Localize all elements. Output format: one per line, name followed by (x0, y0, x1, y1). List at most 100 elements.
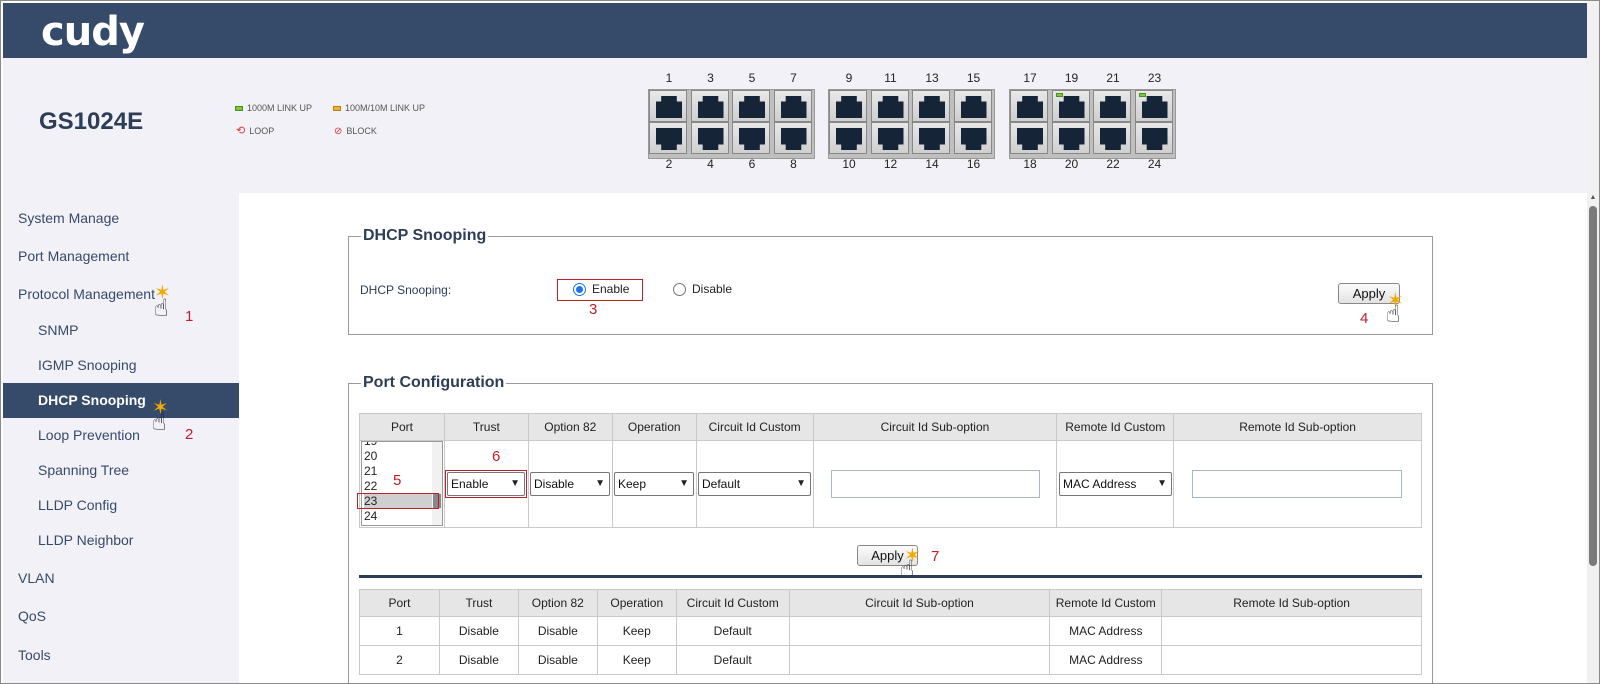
ethernet-port-icon[interactable] (690, 122, 729, 154)
port-number-label: 5 (748, 71, 756, 85)
remote-id-sub-option-input[interactable] (1192, 470, 1402, 498)
ethernet-port-icon[interactable] (1093, 122, 1131, 154)
ethernet-port-icon[interactable] (1093, 90, 1131, 122)
sidebar-item-qos[interactable]: QoS (3, 599, 239, 634)
orange-led-icon (333, 105, 341, 111)
port-option[interactable]: 19 (364, 442, 434, 449)
status-col-operation: Operation (596, 589, 677, 617)
ethernet-port-icon[interactable] (1010, 90, 1048, 122)
port-number-label: 18 (1023, 157, 1037, 171)
port-number-label: 14 (925, 157, 939, 171)
ethernet-port-icon[interactable] (773, 122, 812, 154)
port-number-label: 19 (1064, 71, 1079, 85)
page-scroll-thumb[interactable] (1589, 206, 1597, 566)
annotation-2: 2 (185, 426, 194, 443)
ethernet-port-icon[interactable] (732, 90, 770, 122)
port-number-label: 12 (883, 157, 898, 171)
port-number-label: 2 (665, 157, 673, 171)
device-model: GS1024E (39, 108, 144, 135)
ethernet-port-icon[interactable] (1134, 90, 1173, 122)
status-col-port: Port (359, 589, 440, 617)
col-circuit-id-custom: Circuit Id Custom (695, 413, 814, 441)
legend-1000m: 1000M LINK UP (235, 103, 312, 113)
col-port: Port (359, 413, 445, 441)
annotation-1: 1 (185, 308, 194, 325)
ethernet-port-icon[interactable] (829, 90, 867, 122)
ethernet-port-icon[interactable] (732, 122, 770, 154)
ethernet-port-icon[interactable] (690, 90, 729, 122)
port-number-label: 22 (1106, 157, 1120, 171)
port-status-table: Port Trust Option 82 Operation Circuit I… (359, 589, 1422, 675)
legend-block: ⊘ BLOCK (334, 125, 377, 137)
status-col-circuit-id-custom: Circuit Id Custom (675, 589, 790, 617)
legend-loop: ⟲ LOOP (236, 124, 275, 137)
ethernet-port-icon[interactable] (773, 90, 812, 122)
port-number-label: 24 (1147, 157, 1162, 171)
browser-frame: cudy GS1024E 1000M LINK UP 100M/10M LINK… (0, 0, 1600, 684)
highlight-box (445, 470, 527, 498)
option82-select[interactable]: Disable ▼ (530, 472, 610, 496)
link-led-icon (1055, 93, 1063, 97)
chevron-down-icon: ▼ (796, 478, 806, 489)
status-col-option82: Option 82 (517, 589, 598, 617)
dhcp-snooping-section: DHCP Snooping (348, 227, 1433, 335)
port-number-label: 6 (748, 157, 756, 171)
sidebar-item-igmp-snooping[interactable]: IGMP Snooping (3, 348, 239, 383)
sidebar-item-loop-prevention[interactable]: Loop Prevention (3, 418, 239, 453)
cudy-logo: cudy (41, 9, 145, 55)
ethernet-port-icon[interactable] (953, 122, 992, 154)
sidebar-item-lldp-config[interactable]: LLDP Config (3, 488, 239, 523)
port-number-label: 7 (790, 71, 797, 85)
dhcp-snooping-label: DHCP Snooping: (360, 283, 452, 297)
ethernet-port-icon[interactable] (829, 122, 867, 154)
port-number-label: 11 (884, 71, 897, 85)
table-row: 2 Disable Disable Keep Default MAC Addre… (359, 645, 1422, 675)
port-number-label: 10 (842, 157, 856, 171)
ethernet-port-icon[interactable] (870, 90, 909, 122)
port-list-scrollbar[interactable] (432, 442, 442, 525)
port-option[interactable]: 24 (364, 509, 434, 524)
link-led-icon (1138, 93, 1146, 97)
ethernet-port-icon[interactable] (1010, 122, 1048, 154)
radio-disable-button[interactable] (673, 282, 686, 296)
sidebar-item-port-management[interactable]: Port Management (3, 239, 239, 274)
port-option[interactable]: 20 (364, 449, 434, 464)
block-icon: ⊘ (334, 125, 343, 137)
sidebar-item-vlan[interactable]: VLAN (3, 561, 239, 596)
port-number-label: 8 (790, 157, 797, 171)
ethernet-port-icon[interactable] (1134, 122, 1173, 154)
port-multiselect[interactable]: 19 20 21 22 23 24 (361, 441, 443, 526)
scroll-up-arrow-icon[interactable]: ▲ (1589, 194, 1597, 202)
status-col-trust: Trust (438, 589, 519, 617)
ethernet-port-icon[interactable] (912, 122, 950, 154)
col-circuit-id-sub: Circuit Id Sub-option (812, 413, 1058, 441)
hand-cursor-icon: ☝ (154, 295, 169, 322)
ethernet-port-icon[interactable] (649, 122, 687, 154)
radio-disable[interactable]: Disable (673, 282, 732, 296)
remote-id-custom-select[interactable]: MAC Address ▼ (1059, 472, 1172, 496)
ethernet-port-icon[interactable] (1051, 122, 1090, 154)
sidebar-item-dhcp-snooping[interactable]: DHCP Snooping (3, 383, 239, 418)
sidebar-item-lldp-neighbor[interactable]: LLDP Neighbor (3, 523, 239, 558)
highlight-box (357, 493, 439, 509)
ethernet-port-icon[interactable] (953, 90, 992, 122)
sidebar-item-system-manage[interactable]: System Manage (3, 201, 239, 236)
status-header-row: Port Trust Option 82 Operation Circuit I… (359, 589, 1422, 617)
annotation-4: 4 (1360, 310, 1369, 327)
sidebar-item-protocol-management[interactable]: Protocol Management (3, 277, 239, 312)
sidebar-item-spanning-tree[interactable]: Spanning Tree (3, 453, 239, 488)
config-header-row: Port Trust Option 82 Operation Circuit I… (359, 413, 1422, 441)
ethernet-port-icon[interactable] (912, 90, 950, 122)
operation-select[interactable]: Keep ▼ (614, 472, 694, 496)
legend-100m: 100M/10M LINK UP (333, 103, 425, 113)
ethernet-port-icon[interactable] (1051, 90, 1090, 122)
circuit-id-custom-select[interactable]: Default ▼ (698, 472, 811, 496)
annotation-7: 7 (931, 548, 940, 565)
sidebar-item-tools[interactable]: Tools (3, 638, 239, 673)
hand-cursor-icon: ☝ (1386, 301, 1401, 328)
green-led-icon (235, 105, 243, 111)
circuit-id-sub-option-input[interactable] (831, 470, 1040, 498)
ethernet-port-icon[interactable] (649, 90, 687, 122)
ethernet-port-icon[interactable] (870, 122, 909, 154)
sidebar-item-snmp[interactable]: SNMP (3, 313, 239, 348)
